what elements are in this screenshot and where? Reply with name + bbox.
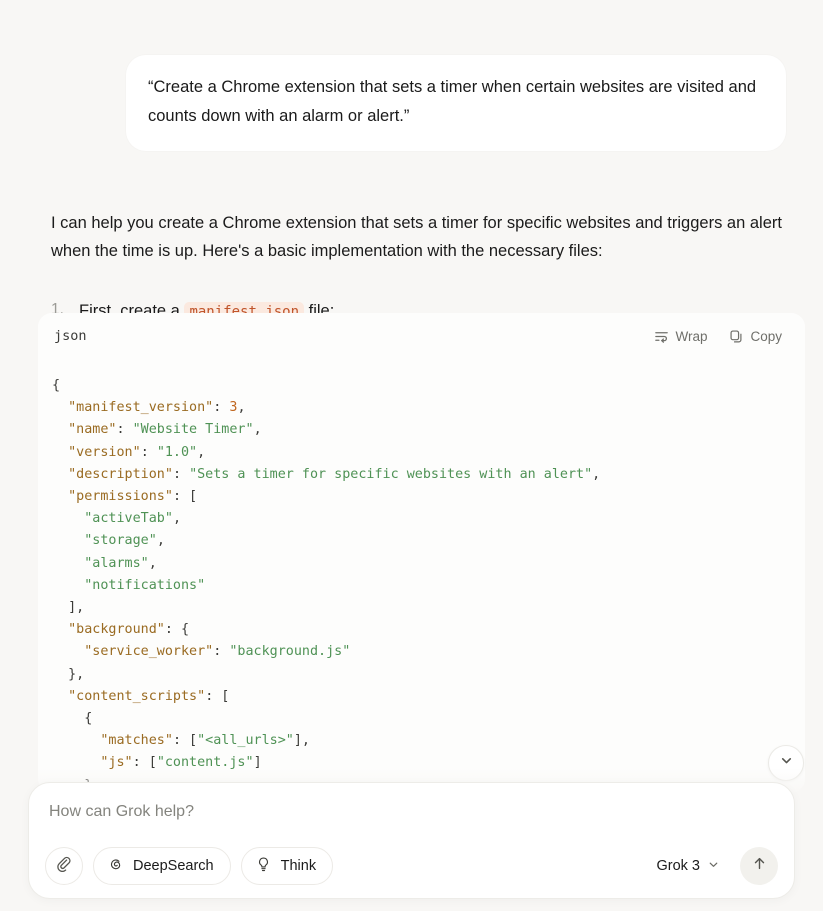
user-message-bubble: “Create a Chrome extension that sets a t… bbox=[126, 55, 786, 151]
code-token: ], bbox=[293, 733, 310, 749]
code-token: , bbox=[172, 511, 181, 527]
spiral-icon bbox=[107, 856, 124, 877]
paperclip-icon bbox=[56, 856, 72, 877]
wrap-button[interactable]: Wrap bbox=[645, 324, 716, 349]
lightbulb-icon bbox=[255, 856, 272, 877]
code-token: "description" bbox=[68, 466, 173, 482]
model-selector-label: Grok 3 bbox=[656, 858, 700, 874]
code-token: "notifications" bbox=[84, 577, 206, 593]
code-block-actions: Wrap Copy bbox=[645, 324, 791, 349]
code-token: "permissions" bbox=[68, 489, 173, 505]
user-message-row: “Create a Chrome extension that sets a t… bbox=[0, 0, 823, 151]
code-token: "content_scripts" bbox=[68, 688, 206, 704]
assistant-response: I can help you create a Chrome extension… bbox=[0, 209, 823, 324]
text-wrap-icon bbox=[654, 329, 669, 344]
code-token: , bbox=[237, 400, 246, 416]
code-token: : bbox=[213, 400, 230, 416]
copy-button[interactable]: Copy bbox=[720, 324, 791, 349]
code-token: "name" bbox=[68, 422, 117, 438]
code-token: "<all_urls>" bbox=[197, 733, 294, 749]
composer-container: How can Grok help? DeepSearch Think Grok… bbox=[0, 768, 823, 911]
chevron-down-icon bbox=[707, 858, 720, 875]
code-token: : { bbox=[164, 622, 190, 638]
code-token: : bbox=[116, 422, 133, 438]
model-selector[interactable]: Grok 3 bbox=[646, 851, 730, 882]
code-token: : bbox=[172, 466, 190, 482]
code-token: "activeTab" bbox=[84, 511, 173, 527]
code-token: , bbox=[253, 422, 262, 438]
code-token: "service_worker" bbox=[84, 644, 214, 660]
code-token: : bbox=[213, 644, 230, 660]
message-input[interactable]: How can Grok help? bbox=[45, 801, 778, 825]
arrow-up-icon bbox=[751, 855, 768, 877]
code-token: : [ bbox=[205, 688, 230, 704]
code-token: "matches" bbox=[100, 733, 173, 749]
code-token: "alarms" bbox=[84, 555, 149, 571]
composer-toolbar: DeepSearch Think Grok 3 bbox=[45, 847, 778, 885]
code-block-content[interactable]: { "manifest_version": 3, "name": "Websit… bbox=[38, 359, 805, 793]
copy-button-label: Copy bbox=[750, 328, 782, 344]
code-token: "background.js" bbox=[229, 644, 351, 660]
think-button[interactable]: Think bbox=[240, 847, 334, 885]
code-token: }, bbox=[52, 666, 85, 682]
code-token: , bbox=[156, 533, 165, 549]
code-token: "manifest_version" bbox=[68, 400, 214, 416]
code-block-header: json Wrap Copy bbox=[38, 313, 805, 359]
code-token: "1.0" bbox=[156, 444, 198, 460]
grok-chat-app: “Create a Chrome extension that sets a t… bbox=[0, 0, 823, 911]
code-token: "version" bbox=[68, 444, 141, 460]
code-token: , bbox=[592, 466, 601, 482]
code-token: : [ bbox=[172, 733, 198, 749]
deepsearch-button[interactable]: DeepSearch bbox=[93, 847, 231, 885]
code-token: "background" bbox=[68, 622, 165, 638]
code-token: { bbox=[52, 711, 93, 727]
copy-icon bbox=[729, 329, 744, 344]
attach-file-button[interactable] bbox=[45, 847, 83, 885]
code-token: "storage" bbox=[84, 533, 157, 549]
send-button[interactable] bbox=[740, 847, 778, 885]
composer: How can Grok help? DeepSearch Think Grok… bbox=[28, 782, 795, 899]
wrap-button-label: Wrap bbox=[675, 328, 708, 344]
code-token: ], bbox=[52, 600, 85, 616]
code-token: : [ bbox=[172, 489, 198, 505]
code-token: , bbox=[148, 555, 157, 571]
deepsearch-label: DeepSearch bbox=[133, 858, 214, 874]
code-language-label: json bbox=[54, 328, 87, 344]
code-token: "Website Timer" bbox=[132, 422, 254, 438]
code-token: { bbox=[52, 378, 61, 393]
code-token: , bbox=[197, 444, 206, 460]
assistant-intro-paragraph: I can help you create a Chrome extension… bbox=[51, 213, 782, 261]
code-block: json Wrap Copy {"manifest_version": 3, … bbox=[38, 313, 805, 793]
code-token: "Sets a timer for specific websites with… bbox=[189, 466, 593, 482]
code-token: : bbox=[140, 444, 157, 460]
think-label: Think bbox=[280, 858, 317, 874]
